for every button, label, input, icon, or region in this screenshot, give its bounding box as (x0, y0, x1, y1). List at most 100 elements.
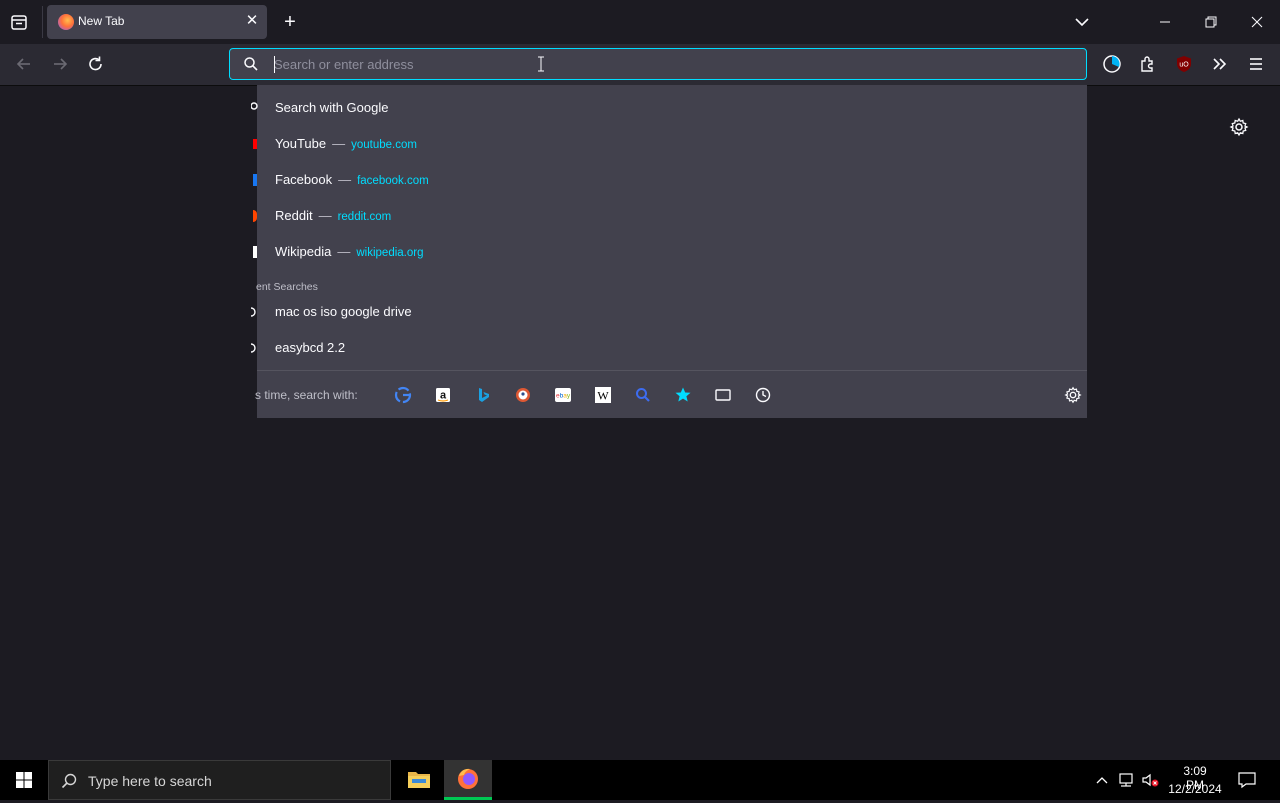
overflow-menu-button[interactable] (1205, 50, 1233, 78)
amazon-icon[interactable]: a (433, 385, 453, 405)
history-icon (251, 343, 256, 353)
firefox-view-button[interactable] (6, 11, 32, 35)
new-tab-settings-button[interactable] (1228, 116, 1250, 138)
start-button[interactable] (0, 760, 48, 800)
one-off-label: s time, search with: (255, 388, 358, 402)
tab-new-tab[interactable]: New Tab ✕ (47, 5, 267, 39)
taskbar-clock[interactable]: 3:09 PM 12/2/2024 (1166, 760, 1224, 800)
suggestion-label: Reddit (275, 208, 313, 223)
search-settings-button[interactable] (1063, 385, 1083, 405)
suggestion-url: reddit.com (337, 211, 392, 223)
firefox-account-button[interactable] (1098, 50, 1126, 78)
separator: — (337, 244, 351, 259)
bookmarks-icon[interactable] (673, 385, 693, 405)
notification-icon (1238, 772, 1256, 789)
recent-search-item[interactable]: mac os iso google drive (251, 294, 1087, 330)
gear-icon (1229, 117, 1249, 137)
duckduckgo-icon[interactable] (513, 385, 533, 405)
search-icon (242, 55, 260, 73)
firefox-icon (458, 768, 478, 789)
one-off-search-bar: s time, search with: a ebay W (255, 370, 1087, 419)
history-icon (251, 307, 256, 317)
network-button[interactable] (1116, 771, 1136, 789)
extensions-button[interactable] (1134, 50, 1162, 78)
suggestion-label: Facebook (275, 172, 333, 187)
url-input[interactable] (274, 49, 1054, 79)
youtube-icon (253, 139, 257, 149)
action-center-button[interactable] (1236, 770, 1258, 790)
firefox-view-icon (11, 15, 27, 30)
separator: — (338, 172, 352, 187)
close-icon (1251, 16, 1263, 28)
show-hidden-icons-button[interactable] (1094, 772, 1110, 788)
suggestion-facebook[interactable]: Facebook — facebook.com (253, 162, 1087, 198)
wikipedia-icon (253, 246, 257, 258)
minimize-icon (1160, 21, 1170, 23)
windows-taskbar: Type here to search 3:09 PM 12/2/2024 (0, 760, 1280, 800)
back-button[interactable] (10, 50, 38, 78)
chevron-down-icon (1075, 18, 1089, 27)
recent-search-label: mac os iso google drive (275, 304, 412, 319)
ublock-icon: uO (1177, 56, 1191, 72)
suggestion-reddit[interactable]: Reddit — reddit.com (253, 198, 1087, 234)
tabs-icon[interactable] (713, 385, 733, 405)
search-icon (251, 102, 258, 110)
ublock-origin-button[interactable]: uO (1170, 50, 1198, 78)
arrow-right-icon (54, 58, 68, 70)
taskbar-search-box[interactable]: Type here to search (48, 760, 391, 800)
separator: — (318, 208, 332, 223)
tab-divider (42, 6, 43, 38)
clock-date: 12/2/2024 (1168, 782, 1222, 796)
text-caret (274, 56, 275, 73)
restore-button[interactable] (1196, 8, 1226, 36)
suggestion-label: YouTube (275, 136, 327, 151)
suggestion-youtube[interactable]: YouTube — youtube.com (253, 126, 1087, 162)
reload-button[interactable] (82, 50, 110, 78)
text-cursor-icon (536, 55, 546, 73)
urlbar-dropdown: Search with Google YouTube — youtube.com F… (251, 85, 1087, 419)
tab-close-button[interactable]: ✕ (242, 11, 262, 31)
search-icon[interactable] (633, 385, 653, 405)
nav-toolbar: uO (0, 44, 1280, 86)
svg-text:ebay: ebay (556, 393, 571, 400)
forward-button[interactable] (46, 50, 74, 78)
suggestion-url: youtube.com (351, 139, 417, 151)
recent-searches-header: ent Searches (256, 281, 318, 293)
new-tab-button[interactable]: + (278, 11, 302, 35)
svg-text:W: W (597, 389, 609, 403)
ebay-icon[interactable]: ebay (553, 385, 573, 405)
app-menu-button[interactable] (1242, 50, 1270, 78)
gear-icon (1064, 386, 1082, 404)
recent-search-label: easybcd 2.2 (275, 340, 346, 355)
close-window-button[interactable] (1242, 8, 1272, 36)
list-all-tabs-button[interactable] (1070, 10, 1094, 34)
reddit-icon (253, 210, 257, 222)
wikipedia-icon[interactable]: W (593, 385, 613, 405)
taskbar-file-explorer[interactable] (396, 760, 442, 800)
minimize-button[interactable] (1150, 8, 1180, 36)
bing-icon[interactable] (473, 385, 493, 405)
facebook-icon (253, 174, 257, 186)
firefox-icon (58, 14, 74, 30)
history-icon[interactable] (753, 385, 773, 405)
restore-icon (1205, 16, 1217, 28)
double-chevron-right-icon (1213, 58, 1227, 70)
url-bar[interactable] (229, 48, 1087, 80)
recent-search-item[interactable]: easybcd 2.2 (251, 330, 1087, 366)
suggestion-label: Wikipedia (275, 244, 332, 259)
google-icon[interactable] (393, 385, 413, 405)
svg-text:uO: uO (1179, 62, 1189, 69)
suggestion-wikipedia[interactable]: Wikipedia — wikipedia.org (253, 234, 1087, 270)
suggestion-url: wikipedia.org (356, 247, 424, 259)
reload-icon (89, 56, 102, 71)
suggestion-label: Search with Google (275, 100, 389, 115)
taskbar-search-placeholder: Type here to search (88, 773, 212, 789)
suggestion-search-google[interactable]: Search with Google (251, 90, 1087, 126)
puzzle-icon (1141, 56, 1153, 72)
windows-icon (16, 772, 32, 788)
separator: — (332, 136, 346, 151)
volume-button[interactable] (1140, 771, 1162, 789)
taskbar-firefox[interactable] (444, 760, 492, 800)
suggestion-url: facebook.com (357, 175, 429, 187)
network-icon (1119, 773, 1133, 787)
